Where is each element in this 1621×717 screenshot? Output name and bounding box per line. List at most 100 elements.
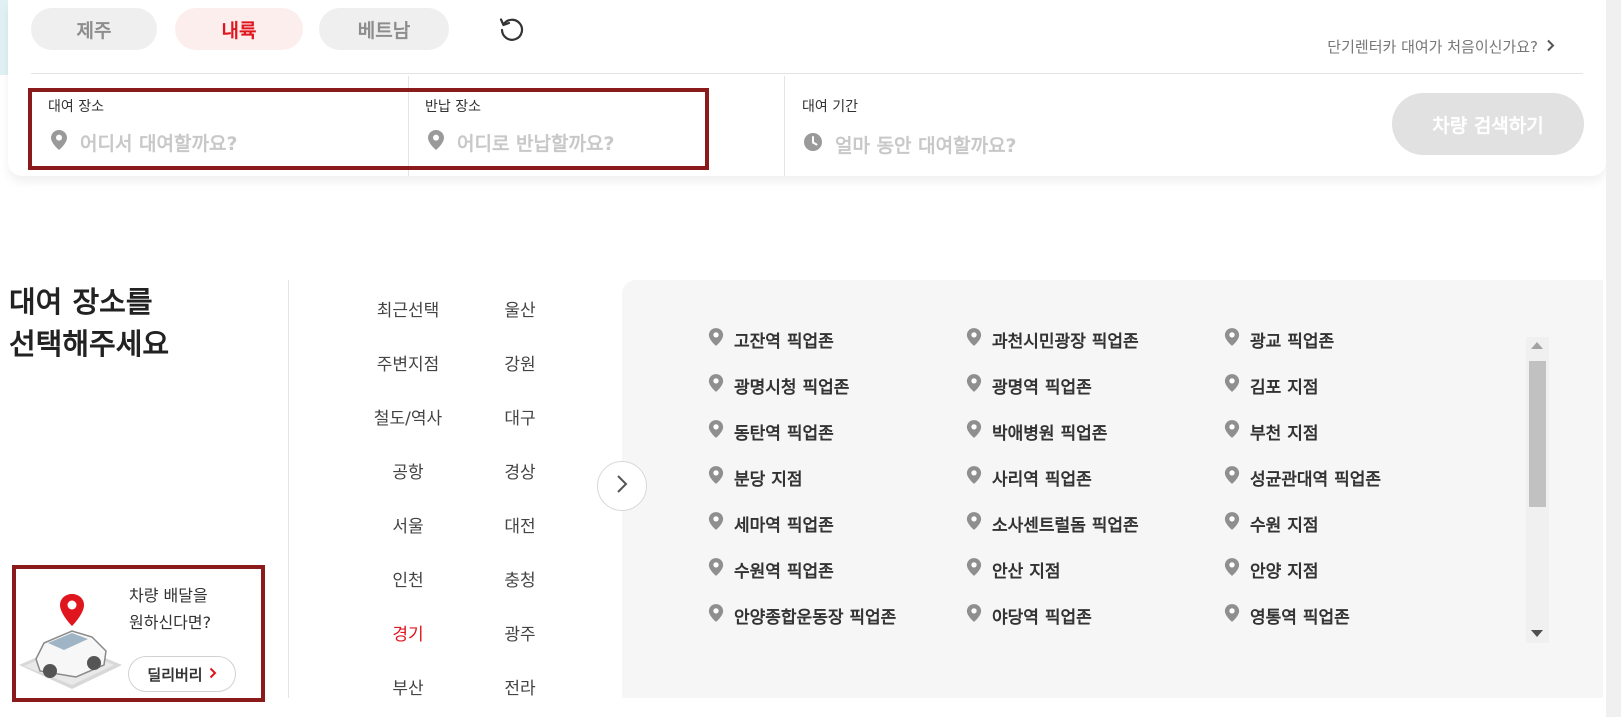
category-daegu[interactable]: 대구 xyxy=(475,404,565,429)
search-divider xyxy=(31,73,1583,74)
page-title: 대여 장소를 선택해주세요 xyxy=(9,281,169,365)
category-seoul[interactable]: 서울 xyxy=(363,512,453,537)
branch-item-label: 광명역 픽업존 xyxy=(992,378,1092,398)
pickup-placeholder: 어디서 대여할까요? xyxy=(80,133,238,155)
first-time-link[interactable]: 단기렌터카 대여가 처음이신가요? xyxy=(1327,36,1555,57)
branch-item[interactable]: 광교 픽업존 xyxy=(1224,327,1334,352)
branch-item-label: 영통역 픽업존 xyxy=(1250,608,1350,628)
branch-item[interactable]: 세마역 픽업존 xyxy=(708,511,834,536)
branch-item[interactable]: 광명역 픽업존 xyxy=(966,373,1092,398)
branch-item[interactable]: 과천시민광장 픽업존 xyxy=(966,327,1139,352)
return-label: 반납 장소 xyxy=(425,99,481,115)
category-ulsan[interactable]: 울산 xyxy=(475,296,565,321)
field-divider xyxy=(408,76,409,176)
page-title-line: 선택해주세요 xyxy=(9,327,170,361)
category-incheon[interactable]: 인천 xyxy=(363,566,453,591)
pickup-label: 대여 장소 xyxy=(48,99,104,115)
location-pin-icon xyxy=(708,327,724,352)
branch-item[interactable]: 야당역 픽업존 xyxy=(966,603,1092,628)
category-gyeongsang[interactable]: 경상 xyxy=(475,458,565,483)
page-title-line: 대여 장소를 xyxy=(9,285,153,319)
location-pin-icon xyxy=(1224,373,1240,398)
category-recent[interactable]: 최근선택 xyxy=(363,296,453,321)
branch-item[interactable]: 안양 지점 xyxy=(1224,557,1318,582)
location-pin-icon xyxy=(708,465,724,490)
branch-item[interactable]: 안양종합운동장 픽업존 xyxy=(708,603,896,628)
branch-item-label: 안양 지점 xyxy=(1250,562,1319,582)
location-pin-icon xyxy=(966,557,982,582)
branch-item[interactable]: 영통역 픽업존 xyxy=(1224,603,1350,628)
pickup-field[interactable]: 어디서 대여할까요? xyxy=(50,129,237,156)
category-daejeon[interactable]: 대전 xyxy=(475,512,565,537)
branch-item[interactable]: 성균관대역 픽업존 xyxy=(1224,465,1381,490)
category-gyeonggi[interactable]: 경기 xyxy=(363,620,453,645)
scroll-up-icon[interactable] xyxy=(1531,342,1543,349)
scroll-thumb[interactable] xyxy=(1529,361,1546,507)
location-pin-icon xyxy=(708,373,724,398)
delivery-button-label: 딜리버리 xyxy=(147,665,203,684)
period-field[interactable]: 얼마 동안 대여할까요? xyxy=(803,131,1017,158)
branch-item-label: 사리역 픽업존 xyxy=(992,470,1092,490)
branch-item[interactable]: 수원 지점 xyxy=(1224,511,1318,536)
location-pin-icon xyxy=(966,419,982,444)
branch-item[interactable]: 고잔역 픽업존 xyxy=(708,327,834,352)
delivery-button[interactable]: 딜리버리 xyxy=(128,656,236,692)
branch-item[interactable]: 동탄역 픽업존 xyxy=(708,419,834,444)
branch-item-label: 박애병원 픽업존 xyxy=(992,424,1108,444)
scroll-down-icon[interactable] xyxy=(1531,630,1543,637)
branch-item[interactable]: 수원역 픽업존 xyxy=(708,557,834,582)
refresh-icon[interactable] xyxy=(494,12,528,46)
location-pin-icon xyxy=(1224,465,1240,490)
category-gangwon[interactable]: 강원 xyxy=(475,350,565,375)
category-gwangju[interactable]: 광주 xyxy=(475,620,565,645)
location-pin-icon xyxy=(1224,511,1240,536)
tab-mainland[interactable]: 내륙 xyxy=(175,8,303,50)
branch-item-label: 수원 지점 xyxy=(1250,516,1319,536)
category-nearby[interactable]: 주변지점 xyxy=(363,350,453,375)
branch-item[interactable]: 분당 지점 xyxy=(708,465,802,490)
branch-item[interactable]: 소사센트럴돔 픽업존 xyxy=(966,511,1139,536)
location-pin-icon xyxy=(966,373,982,398)
page-scrollbar[interactable] xyxy=(1606,0,1621,717)
period-label: 대여 기간 xyxy=(802,99,858,115)
location-pin-icon xyxy=(708,603,724,628)
return-field[interactable]: 어디로 반납할까요? xyxy=(427,129,614,156)
category-rail[interactable]: 철도/역사 xyxy=(363,404,453,429)
location-pin-icon xyxy=(1224,419,1240,444)
branch-item-label: 세마역 픽업존 xyxy=(734,516,834,536)
category-chungcheong[interactable]: 충청 xyxy=(475,566,565,591)
tab-jeju[interactable]: 제주 xyxy=(31,8,157,50)
branch-item-label: 분당 지점 xyxy=(734,470,803,490)
branch-item-label: 야당역 픽업존 xyxy=(992,608,1092,628)
branch-item-label: 소사센트럴돔 픽업존 xyxy=(992,516,1139,536)
category-busan[interactable]: 부산 xyxy=(363,674,453,699)
category-airport[interactable]: 공항 xyxy=(363,458,453,483)
category-jeolla[interactable]: 전라 xyxy=(475,674,565,699)
branch-item-label: 부천 지점 xyxy=(1250,424,1319,444)
location-pin-icon xyxy=(708,419,724,444)
period-placeholder: 얼마 동안 대여할까요? xyxy=(835,135,1017,157)
first-time-link-label: 단기렌터카 대여가 처음이신가요? xyxy=(1327,38,1538,56)
search-button[interactable]: 차량 검색하기 xyxy=(1392,93,1584,155)
branch-list-scrollbar[interactable] xyxy=(1526,337,1549,643)
branch-item[interactable]: 안산 지점 xyxy=(966,557,1060,582)
delivery-car-icon xyxy=(14,593,124,697)
location-pin-icon xyxy=(1224,603,1240,628)
branch-item[interactable]: 김포 지점 xyxy=(1224,373,1318,398)
location-pin-icon xyxy=(966,327,982,352)
column-divider xyxy=(288,280,289,698)
branch-item[interactable]: 부천 지점 xyxy=(1224,419,1318,444)
branch-item[interactable]: 사리역 픽업존 xyxy=(966,465,1092,490)
tab-vietnam[interactable]: 베트남 xyxy=(319,8,449,50)
delivery-text-line: 원하신다면? xyxy=(129,613,212,632)
field-divider xyxy=(784,76,785,176)
branch-item-label: 광명시청 픽업존 xyxy=(734,378,850,398)
branch-item-label: 동탄역 픽업존 xyxy=(734,424,834,444)
location-pin-icon xyxy=(1224,557,1240,582)
expand-arrow-button[interactable] xyxy=(597,461,647,511)
branch-item[interactable]: 광명시청 픽업존 xyxy=(708,373,849,398)
branch-item[interactable]: 박애병원 픽업존 xyxy=(966,419,1107,444)
return-placeholder: 어디로 반납할까요? xyxy=(457,133,615,155)
delivery-text: 차량 배달을 원하신다면? xyxy=(129,582,211,636)
branch-item-label: 고잔역 픽업존 xyxy=(734,332,834,352)
